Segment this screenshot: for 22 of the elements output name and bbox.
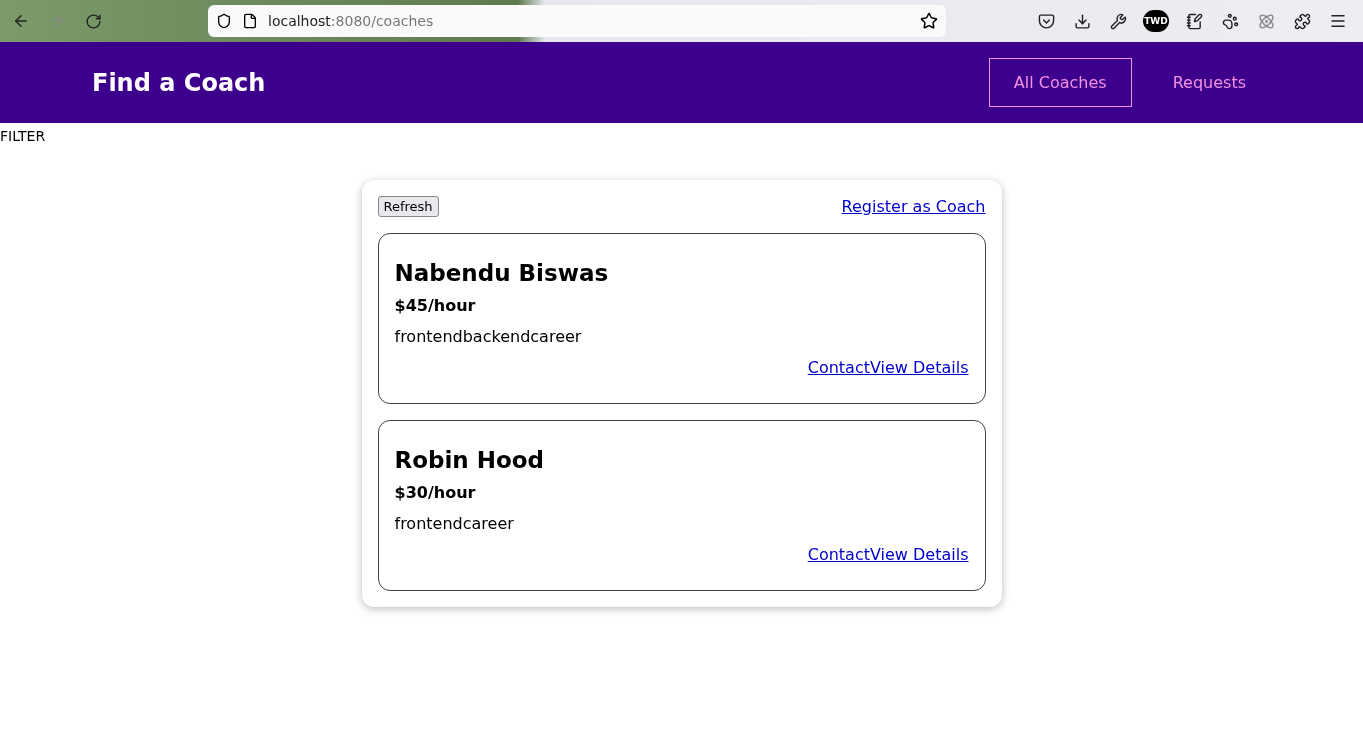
star-icon[interactable] (920, 12, 938, 30)
coach-rate: $30/hour (394, 483, 477, 502)
filter-label: FILTER (0, 128, 46, 144)
nav-link[interactable]: All Coaches (988, 58, 1132, 107)
address-bar[interactable]: localhost:8080/coaches (208, 5, 946, 37)
register-link[interactable]: Register as Coach (841, 197, 986, 216)
details-link[interactable]: View Details (869, 358, 969, 377)
page-icon (242, 13, 258, 29)
coach-areas: frontendbackendcareer (394, 327, 969, 346)
contact-link[interactable]: Contact (807, 545, 870, 564)
refresh-button[interactable]: Refresh (377, 196, 439, 217)
extension-badge[interactable]: TWD (1143, 10, 1169, 32)
coach-name: Nabendu Biswas (394, 260, 610, 286)
site-title: Find a Coach (92, 68, 267, 97)
details-link[interactable]: View Details (869, 545, 969, 564)
coach-rate: $45/hour (394, 296, 477, 315)
coach-areas: frontendcareer (394, 514, 969, 533)
coach-name: Robin Hood (394, 447, 546, 473)
url-text: localhost:8080/coaches (268, 13, 435, 29)
nav-link[interactable]: Requests (1147, 58, 1271, 107)
shield-icon (216, 13, 232, 29)
contact-link[interactable]: Contact (807, 358, 870, 377)
